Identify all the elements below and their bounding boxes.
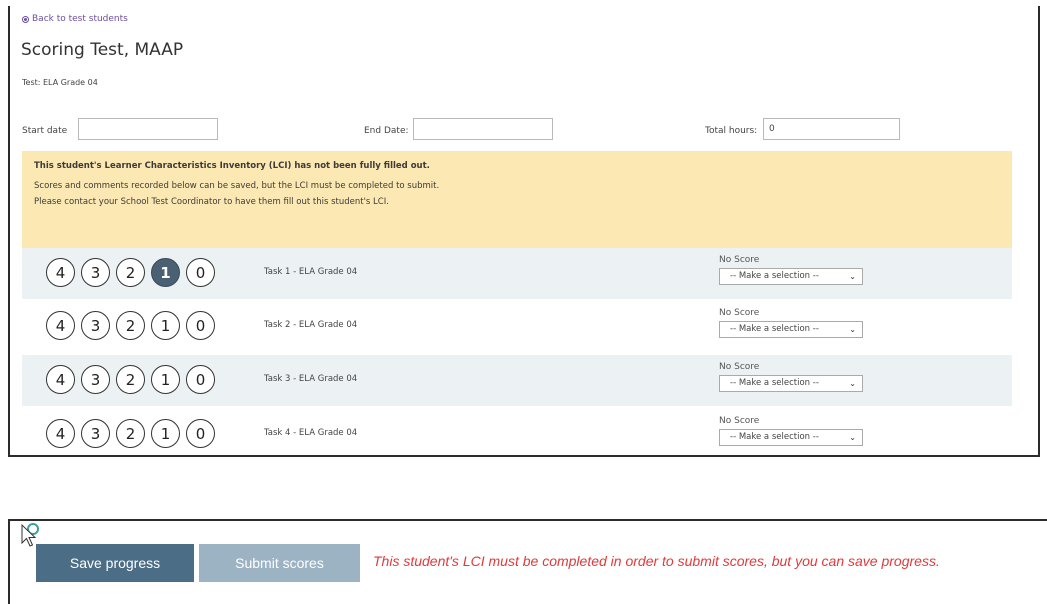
chevron-down-icon: ⌄ <box>849 325 856 334</box>
score-option-0[interactable]: 0 <box>186 419 215 448</box>
no-score-select[interactable]: -- Make a selection -- ⌄ <box>719 321 863 338</box>
no-score-select[interactable]: -- Make a selection -- ⌄ <box>719 375 863 392</box>
no-score-label: No Score <box>719 255 760 265</box>
score-option-1[interactable]: 1 <box>151 311 180 340</box>
start-date-input[interactable] <box>78 118 218 140</box>
score-option-1[interactable]: 1 <box>151 419 180 448</box>
alert-line: Scores and comments recorded below can b… <box>34 181 440 191</box>
back-link-label: Back to test students <box>32 14 128 24</box>
start-date-label: Start date <box>22 126 68 136</box>
score-option-0[interactable]: 0 <box>186 258 215 287</box>
test-label: Test: ELA Grade 04 <box>22 78 98 87</box>
score-option-4[interactable]: 4 <box>46 258 75 287</box>
task-label: Task 1 - ELA Grade 04 <box>264 267 358 277</box>
score-option-3[interactable]: 3 <box>81 311 110 340</box>
score-option-4[interactable]: 4 <box>46 419 75 448</box>
score-option-1[interactable]: 1 <box>151 258 180 287</box>
page-title: Scoring Test, MAAP <box>21 40 184 60</box>
submit-error-message: This student's LCI must be completed in … <box>373 553 940 569</box>
alert-heading: This student's Learner Characteristics I… <box>34 161 430 171</box>
score-option-0[interactable]: 0 <box>186 311 215 340</box>
submit-scores-button[interactable]: Submit scores <box>199 544 360 582</box>
score-option-2[interactable]: 2 <box>116 311 145 340</box>
score-option-3[interactable]: 3 <box>81 258 110 287</box>
score-options: 43210 <box>46 311 215 340</box>
chevron-down-icon: ⌄ <box>849 272 856 281</box>
task-label: Task 2 - ELA Grade 04 <box>264 320 358 330</box>
score-option-3[interactable]: 3 <box>81 419 110 448</box>
no-score-label: No Score <box>719 362 760 372</box>
score-option-2[interactable]: 2 <box>116 365 145 394</box>
score-option-0[interactable]: 0 <box>186 365 215 394</box>
score-option-1[interactable]: 1 <box>151 365 180 394</box>
task-row: 4 3 2 1 0 Task 2 - ELA Grade 04 No Score -- Mak… <box>22 301 1012 352</box>
select-value: -- Make a selection -- <box>730 432 819 442</box>
task-row: 4 3 2 1 0 Task 4 - ELA Grade 04 No Score -- Mak… <box>22 409 1012 460</box>
score-options: 43210 <box>46 258 215 287</box>
alert-line: Please contact your School Test Coordina… <box>34 197 389 207</box>
no-score-select[interactable]: -- Make a selection -- ⌄ <box>719 268 863 285</box>
total-hours-input[interactable]: 0 <box>763 118 900 140</box>
score-option-2[interactable]: 2 <box>116 258 145 287</box>
save-progress-button[interactable]: Save progress <box>36 544 194 582</box>
chevron-down-icon: ⌄ <box>849 379 856 388</box>
score-option-4[interactable]: 4 <box>46 365 75 394</box>
score-option-2[interactable]: 2 <box>116 419 145 448</box>
no-score-label: No Score <box>719 416 760 426</box>
select-value: -- Make a selection -- <box>730 324 819 334</box>
select-value: -- Make a selection -- <box>730 378 819 388</box>
back-to-students-link[interactable]: Back to test students <box>22 14 128 24</box>
end-date-input[interactable] <box>413 118 553 140</box>
score-options: 43210 <box>46 365 215 394</box>
task-label: Task 3 - ELA Grade 04 <box>264 374 358 384</box>
back-arrow-icon <box>22 15 29 23</box>
no-score-select[interactable]: -- Make a selection -- ⌄ <box>719 429 863 446</box>
end-date-label: End Date: <box>364 126 409 136</box>
score-option-4[interactable]: 4 <box>46 311 75 340</box>
score-options: 43210 <box>46 419 215 448</box>
select-value: -- Make a selection -- <box>730 271 819 281</box>
task-row: 4 3 2 1 0 Task 3 - ELA Grade 04 No Score -- Mak… <box>22 355 1012 406</box>
total-hours-label: Total hours: <box>705 126 758 136</box>
score-option-3[interactable]: 3 <box>81 365 110 394</box>
task-label: Task 4 - ELA Grade 04 <box>264 428 358 438</box>
no-score-label: No Score <box>719 308 760 318</box>
chevron-down-icon: ⌄ <box>849 433 856 442</box>
task-row: 4 3 2 1 0 Task 1 - ELA Grade 04 No Score -- Mak… <box>22 248 1012 299</box>
lci-warning-alert: This student's Learner Characteristics I… <box>22 151 1012 259</box>
